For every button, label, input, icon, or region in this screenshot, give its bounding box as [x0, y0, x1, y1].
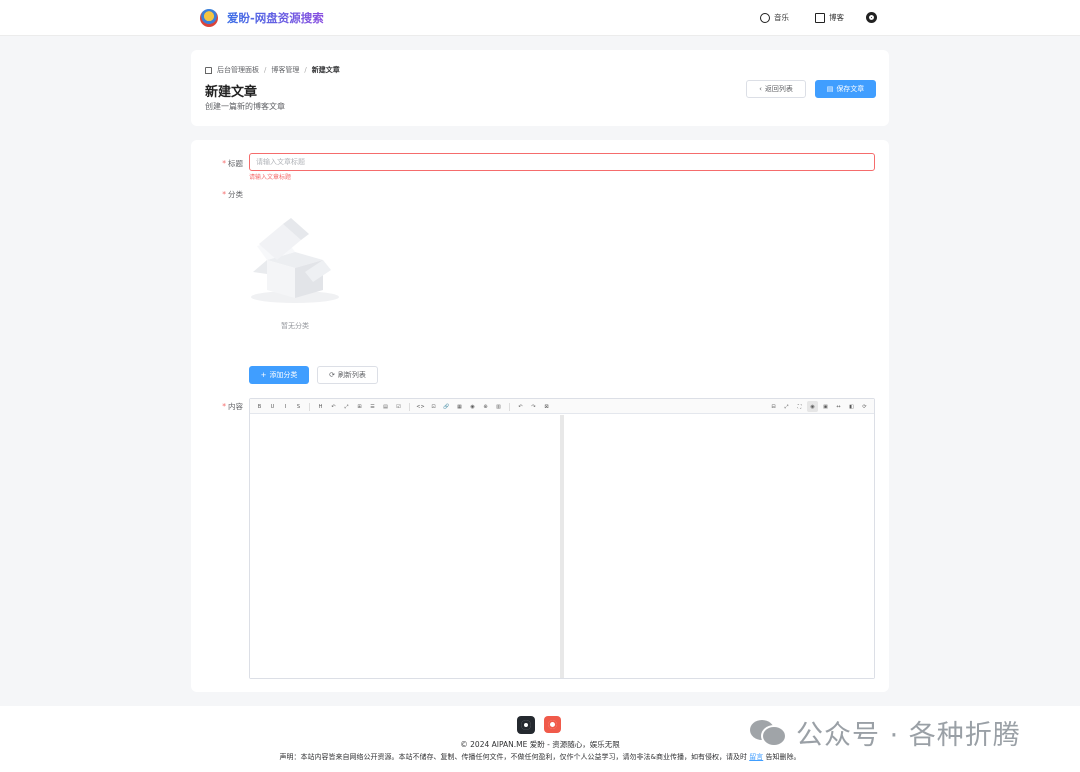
toolbar-divider	[409, 402, 410, 411]
italic-icon[interactable]: I	[280, 401, 291, 412]
back-to-list-label: 返回列表	[764, 85, 793, 93]
underline-icon[interactable]: U	[267, 401, 278, 412]
rss-icon[interactable]	[544, 716, 561, 733]
home-icon	[205, 66, 212, 74]
page-subtitle: 创建一篇新的博客文章	[205, 102, 285, 111]
katex-icon[interactable]: ▥	[493, 401, 504, 412]
title-label-text: 标题	[228, 159, 243, 168]
page-title: 新建文章	[205, 85, 258, 100]
save-article-button[interactable]: ▤ 保存文章	[815, 80, 876, 98]
nav-blog[interactable]: 博客	[815, 12, 844, 23]
task-list-icon[interactable]: ☑	[393, 401, 404, 412]
required-mark: *	[222, 190, 226, 199]
title-input[interactable]	[249, 153, 875, 171]
save-article-label: 保存文章	[836, 85, 865, 93]
html-preview-icon[interactable]: ▣	[820, 401, 831, 412]
title-label: * 标题	[203, 158, 243, 169]
blog-icon	[815, 12, 825, 23]
category-label: * 分类	[203, 189, 243, 200]
required-mark: *	[222, 402, 226, 411]
breadcrumb-item-admin[interactable]: 后台管理面板	[217, 65, 259, 75]
superscript-icon[interactable]: ⤢	[341, 401, 352, 412]
breadcrumb: 后台管理面板 / 博客管理 / 新建文章	[205, 65, 340, 75]
preview-only-icon[interactable]: ◧	[846, 401, 857, 412]
markdown-editor: B U I S H ↶ ⤢ ⊞ ☰ ▤ ☑ <> ⊡ 🔗 ▦ ◉ ⊕ ▥ ↶ ↷…	[249, 398, 875, 679]
preview-icon[interactable]: ◉	[807, 401, 818, 412]
page-header-card: 后台管理面板 / 博客管理 / 新建文章 新建文章 创建一篇新的博客文章 ‹ 返…	[191, 50, 889, 126]
code-row-icon[interactable]: <>	[415, 401, 426, 412]
site-logo-icon[interactable]	[200, 9, 218, 27]
github-link-icon[interactable]: ⟳	[859, 401, 870, 412]
toolbar-right-group: ⊟ ⤢ ⛶ ◉ ▣ ↔ ◧ ⟳	[768, 399, 870, 414]
strikethrough-icon[interactable]: S	[293, 401, 304, 412]
breadcrumb-item-blog[interactable]: 博客管理	[271, 65, 299, 75]
title-error-message: 请输入文章标题	[249, 174, 292, 181]
back-to-list-button[interactable]: ‹ 返回列表	[746, 80, 806, 98]
content-label: * 内容	[203, 401, 243, 412]
top-navbar: 爱盼-网盘资源搜索 音乐 博客	[0, 0, 1080, 36]
refresh-list-button[interactable]: ⟳ 刷新列表	[317, 366, 378, 384]
subscript-icon[interactable]: ↶	[328, 401, 339, 412]
site-footer: © 2024 AIPAN.ME 爱盼 - 资源随心，娱乐无限 声明：本站内容皆来…	[0, 706, 1080, 772]
quote-icon[interactable]: ⊞	[354, 401, 365, 412]
add-category-label: 添加分类	[269, 371, 298, 379]
save-icon[interactable]: ⊠	[541, 401, 552, 412]
breadcrumb-separator: /	[304, 66, 307, 74]
image-icon[interactable]: ▦	[454, 401, 465, 412]
github-icon[interactable]	[517, 716, 535, 734]
site-brand[interactable]: 爱盼-网盘资源搜索	[227, 10, 324, 26]
disclaimer-text: 声明：本站内容皆来自网络公开资源。本站不储存、复制、传播任何文件，不做任何盈利，…	[0, 752, 1080, 762]
watermark: 公众号 · 各种折腾	[750, 713, 1021, 752]
refresh-icon: ⟳	[329, 371, 335, 379]
editor-input-pane[interactable]	[250, 415, 560, 678]
article-form-card: *标题 请输入文章标题 *分类 暂无分类 + 添加分类 ⟳ 刷新列表 *内容 B…	[191, 140, 889, 692]
ordered-list-icon[interactable]: ▤	[380, 401, 391, 412]
prettier-icon[interactable]: ⊟	[768, 401, 779, 412]
fullscreen-icon[interactable]: ⛶	[794, 401, 805, 412]
gear-icon[interactable]	[866, 12, 877, 23]
redo-icon[interactable]: ↷	[528, 401, 539, 412]
chevron-left-icon: ‹	[759, 85, 762, 93]
required-mark: *	[222, 159, 226, 168]
disclaimer-prefix: 声明：本站内容皆来自网络公开资源。本站不储存、复制、传播任何文件，不做任何盈利，…	[279, 753, 747, 761]
message-link[interactable]: 留言	[749, 753, 763, 761]
music-icon	[760, 12, 770, 23]
link-icon[interactable]: 🔗	[441, 401, 452, 412]
empty-box-icon	[251, 218, 339, 303]
toolbar-divider	[309, 402, 310, 411]
heading-icon[interactable]: H	[315, 401, 326, 412]
refresh-list-label: 刷新列表	[337, 371, 366, 379]
wechat-icon	[750, 718, 788, 748]
plus-icon: +	[260, 371, 267, 379]
nav-music-label: 音乐	[774, 13, 789, 22]
breadcrumb-separator: /	[264, 66, 267, 74]
table-icon[interactable]: ◉	[467, 401, 478, 412]
unordered-list-icon[interactable]: ☰	[367, 401, 378, 412]
empty-category-text: 暂无分类	[281, 322, 309, 330]
bold-icon[interactable]: B	[254, 401, 265, 412]
disclaimer-suffix: 告知删除。	[765, 753, 801, 761]
editor-preview-pane	[564, 415, 874, 678]
toolbar-left-group: B U I S H ↶ ⤢ ⊞ ☰ ▤ ☑ <> ⊡ 🔗 ▦ ◉ ⊕ ▥ ↶ ↷…	[254, 399, 552, 414]
catalog-icon[interactable]: ↔	[833, 401, 844, 412]
nav-music[interactable]: 音乐	[760, 12, 789, 23]
breadcrumb-item-current: 新建文章	[311, 66, 340, 74]
mermaid-icon[interactable]: ⊕	[480, 401, 491, 412]
toolbar-divider	[509, 402, 510, 411]
content-label-text: 内容	[228, 402, 243, 411]
category-label-text: 分类	[228, 190, 243, 199]
add-category-button[interactable]: + 添加分类	[249, 366, 309, 384]
watermark-text: 公众号 · 各种折腾	[796, 720, 1021, 751]
nav-blog-label: 博客	[829, 13, 844, 22]
code-block-icon[interactable]: ⊡	[428, 401, 439, 412]
page-fullscreen-icon[interactable]: ⤢	[781, 401, 792, 412]
editor-toolbar: B U I S H ↶ ⤢ ⊞ ☰ ▤ ☑ <> ⊡ 🔗 ▦ ◉ ⊕ ▥ ↶ ↷…	[250, 399, 874, 414]
document-icon: ▤	[826, 85, 834, 93]
undo-icon[interactable]: ↶	[515, 401, 526, 412]
